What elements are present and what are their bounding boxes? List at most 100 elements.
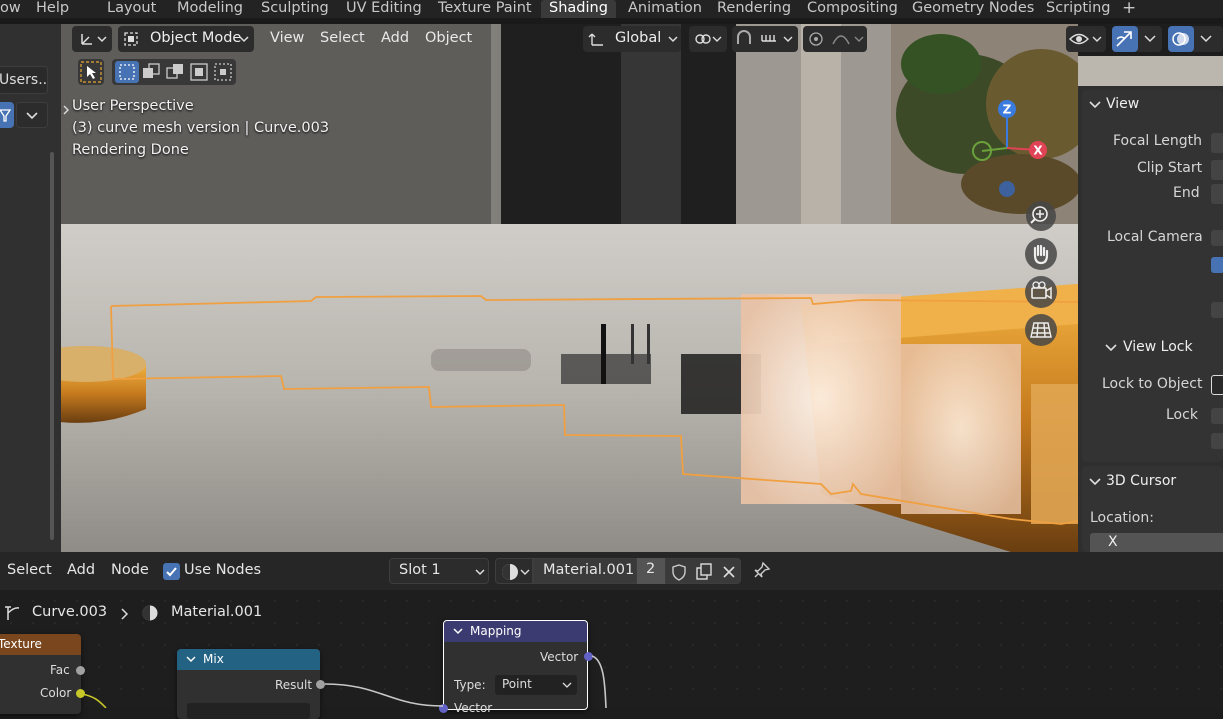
object-mode-icon [124, 32, 138, 46]
3d-viewport[interactable] [61, 24, 1078, 552]
focal-length-field[interactable] [1211, 133, 1223, 153]
gizmo-neg-z-axis[interactable] [999, 181, 1015, 197]
3d-cursor-header[interactable]: 3D Cursor [1106, 473, 1176, 489]
shield-icon[interactable] [669, 562, 689, 582]
tab-rendering[interactable]: Rendering [717, 0, 791, 18]
chevron-down-icon[interactable] [1104, 342, 1118, 354]
chevron-down-icon[interactable] [1088, 476, 1102, 488]
chevron-down-icon[interactable] [1088, 99, 1102, 111]
material-browse-button[interactable] [495, 558, 533, 584]
tab-shading[interactable]: Shading [541, 0, 616, 18]
tab-animation[interactable]: Animation [628, 0, 702, 18]
menu-select[interactable]: Select [320, 30, 365, 46]
gizmo-dropdown[interactable] [1112, 26, 1162, 52]
overlays-toggle[interactable] [1168, 26, 1194, 52]
mix-node-header[interactable]: Mix [177, 649, 320, 670]
view-panel-header[interactable]: View [1106, 96, 1139, 112]
transform-orientation-dropdown[interactable]: Global [583, 26, 681, 52]
texture-node-header[interactable]: Texture [0, 634, 81, 655]
select-extend-icon[interactable] [141, 62, 161, 82]
pin-icon[interactable] [751, 561, 771, 581]
mix-input-field[interactable] [187, 703, 310, 719]
zoom-button[interactable] [1026, 201, 1056, 231]
mapping-node[interactable]: Mapping Vector Type: Point Vector [439, 620, 593, 715]
orientation-icon [588, 33, 603, 46]
filter-toggle[interactable] [0, 102, 14, 128]
npanel-top-gap [1078, 56, 1223, 86]
view-lock-header[interactable]: View Lock [1123, 339, 1193, 355]
lock-to-cursor-checkbox[interactable] [1211, 408, 1223, 424]
fac-output-socket[interactable] [76, 666, 85, 675]
orthographic-toggle-button[interactable] [1025, 314, 1057, 346]
tweak-tool-button[interactable] [78, 59, 104, 85]
menu-help[interactable]: Help [36, 0, 69, 18]
close-icon[interactable] [719, 562, 739, 582]
pan-button[interactable] [1025, 238, 1057, 270]
left-panel-scrollbar[interactable] [50, 152, 54, 540]
material-sphere-icon [502, 564, 530, 580]
tab-modeling[interactable]: Modeling [177, 0, 243, 18]
local-camera-checkbox[interactable] [1211, 230, 1223, 246]
menu-view[interactable]: View [270, 30, 304, 46]
material-users-count[interactable]: 2 [637, 558, 665, 584]
tab-layout[interactable]: Layout [107, 0, 156, 18]
proportional-editing[interactable] [803, 26, 867, 52]
tab-sculpting[interactable]: Sculpting [261, 0, 329, 18]
tab-uv-editing[interactable]: UV Editing [346, 0, 422, 18]
shader-node-editor[interactable]: Curve.003 Material.001 Texture Fac Color… [0, 590, 1223, 719]
menu-window[interactable]: ow [0, 0, 21, 18]
cursor-x-field[interactable]: X [1090, 533, 1223, 553]
material-slot-dropdown[interactable]: Slot 1 [389, 558, 489, 584]
tab-compositing[interactable]: Compositing [807, 0, 898, 18]
select-subtract-icon[interactable] [165, 62, 185, 82]
tab-texture-paint[interactable]: Texture Paint [438, 0, 532, 18]
clip-end-field[interactable] [1211, 184, 1223, 204]
breadcrumb-object[interactable]: Curve.003 [32, 604, 107, 620]
texture-fac-label: Fac [50, 663, 70, 677]
mapping-type-dropdown[interactable]: Point [495, 675, 577, 695]
add-workspace-button[interactable]: + [1122, 0, 1136, 18]
clip-start-field[interactable] [1211, 160, 1223, 180]
pivot-point-dropdown[interactable] [689, 26, 727, 52]
breadcrumb-material[interactable]: Material.001 [171, 604, 262, 620]
vector-input-socket[interactable] [439, 704, 448, 713]
editor-type-button[interactable] [72, 26, 112, 52]
menu-object[interactable]: Object [425, 30, 472, 46]
node-menu-add[interactable]: Add [67, 562, 95, 578]
render-region-checkbox[interactable] [1211, 257, 1223, 273]
node-menu-select[interactable]: Select [7, 562, 52, 578]
mapping-vector-output-label: Vector [540, 650, 579, 664]
toolbar-expand-icon[interactable] [62, 104, 70, 116]
tab-geometry-nodes[interactable]: Geometry Nodes [912, 0, 1034, 18]
overlays-dropdown[interactable] [1168, 26, 1223, 52]
vector-output-socket[interactable] [584, 652, 593, 661]
material-actions [665, 558, 741, 584]
users-button[interactable]: Users... [0, 66, 48, 94]
funnel-icon [0, 109, 12, 122]
snapping-controls[interactable] [732, 26, 798, 52]
duplicate-icon[interactable] [694, 562, 714, 582]
use-nodes-checkbox[interactable] [163, 563, 180, 580]
select-intersect-icon[interactable] [213, 62, 233, 82]
camera-view-button[interactable] [1025, 276, 1057, 308]
visibility-dropdown[interactable] [1066, 26, 1106, 52]
use-nodes-label[interactable]: Use Nodes [184, 562, 261, 578]
lock-camera-checkbox[interactable] [1211, 433, 1223, 449]
node-menu-node[interactable]: Node [111, 562, 149, 578]
filter-dropdown[interactable] [16, 102, 48, 128]
mode-dropdown[interactable]: Object Mode [118, 26, 254, 52]
texture-node[interactable]: Texture Fac Color [0, 634, 85, 714]
tab-scripting[interactable]: Scripting [1046, 0, 1110, 18]
navigation-gizmo[interactable]: Z X [962, 96, 1052, 206]
select-invert-icon[interactable] [189, 62, 209, 82]
lock-object-field[interactable] [1211, 375, 1223, 395]
material-name-field[interactable]: Material.001 [533, 558, 637, 584]
gizmo-toggle[interactable] [1112, 26, 1138, 52]
mix-node[interactable]: Mix Result [177, 649, 325, 719]
select-new-button[interactable] [115, 61, 139, 83]
menu-add[interactable]: Add [381, 30, 409, 46]
result-output-socket[interactable] [316, 680, 325, 689]
mapping-node-header[interactable]: Mapping [444, 621, 587, 642]
view-option-checkbox[interactable] [1211, 302, 1223, 318]
color-output-socket[interactable] [76, 689, 85, 698]
